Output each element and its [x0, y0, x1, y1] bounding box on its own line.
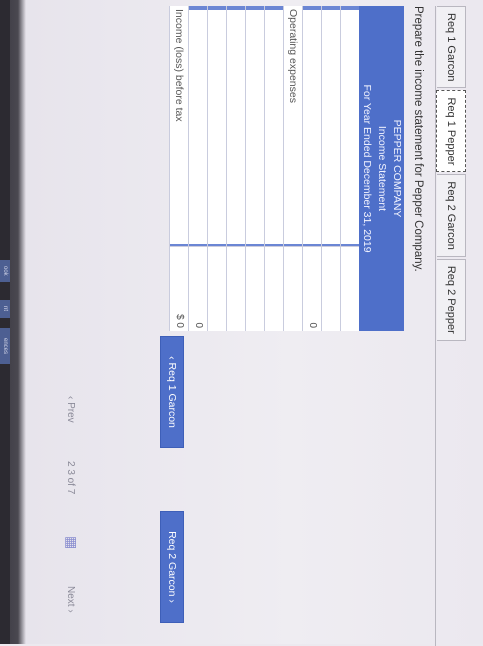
- prev-req-button[interactable]: ‹ Req 1 Garcon: [160, 336, 184, 448]
- next-link[interactable]: Next ›: [65, 586, 76, 613]
- statement-header: PEPPER COMPANY Income Statement For Year…: [359, 6, 404, 331]
- row-label-input[interactable]: [246, 6, 264, 246]
- statement-title: Income Statement: [376, 125, 388, 212]
- row-value-input[interactable]: [265, 246, 283, 331]
- row-value-input[interactable]: [322, 246, 340, 331]
- statement-row: [264, 6, 283, 331]
- chevron-right-icon: ›: [166, 596, 178, 603]
- tab-bar: Req 1 Garcon Req 1 Pepper Req 2 Garcon R…: [436, 6, 466, 343]
- prev-req-label: Req 1 Garcon: [166, 362, 178, 428]
- row-value-input[interactable]: [246, 246, 264, 331]
- row-label-input[interactable]: [341, 6, 359, 246]
- row-label-input[interactable]: Operating expenses: [284, 6, 302, 246]
- income-statement-table: PEPPER COMPANY Income Statement For Year…: [169, 6, 404, 331]
- content-area: Req 1 Garcon Req 1 Pepper Req 2 Garcon R…: [11, 6, 466, 646]
- tab-divider: [435, 6, 436, 646]
- grid-icon[interactable]: ▦: [63, 536, 80, 549]
- row-value-input[interactable]: 0: [189, 246, 207, 331]
- row-label-input[interactable]: [265, 6, 283, 246]
- row-label-input[interactable]: [322, 6, 340, 246]
- next-req-label: Req 2 Garcon: [166, 531, 178, 597]
- statement-row: Operating expenses: [283, 6, 302, 331]
- statement-period: For Year Ended December 31, 2019: [361, 84, 373, 253]
- statement-row: Income (loss) before tax $ 0: [169, 6, 188, 331]
- instruction-text: Prepare the income statement for Pepper …: [412, 6, 424, 272]
- statement-row: 0: [188, 6, 207, 331]
- row-label-input[interactable]: [208, 6, 226, 246]
- row-value-input[interactable]: $ 0: [170, 246, 188, 331]
- row-value-input[interactable]: [227, 246, 245, 331]
- statement-row: [226, 6, 245, 331]
- tab-req2-pepper[interactable]: Req 2 Pepper: [437, 258, 466, 341]
- row-label-input[interactable]: [189, 6, 207, 246]
- row-label-input[interactable]: [303, 6, 321, 246]
- page-indicator: 2 3 of 7: [65, 461, 76, 495]
- statement-row: [340, 6, 359, 331]
- company-name: PEPPER COMPANY: [391, 119, 403, 218]
- statement-row: [321, 6, 340, 331]
- sidebar: [0, 0, 10, 644]
- row-value-input[interactable]: 0: [303, 246, 321, 331]
- next-req-button[interactable]: Req 2 Garcon ›: [160, 511, 184, 623]
- prev-link[interactable]: ‹ Prev: [65, 396, 76, 423]
- prev-label: Prev: [65, 402, 76, 423]
- row-value-input[interactable]: [284, 246, 302, 331]
- row-label-input[interactable]: [227, 6, 245, 246]
- statement-row: 0: [302, 6, 321, 331]
- row-label-input[interactable]: Income (loss) before tax: [170, 6, 188, 246]
- row-value-input[interactable]: [341, 246, 359, 331]
- row-value-input[interactable]: [208, 246, 226, 331]
- sidebar-item-ook[interactable]: ook: [0, 260, 10, 282]
- sidebar-item-ences[interactable]: ences: [0, 328, 10, 364]
- next-label: Next: [65, 586, 76, 607]
- tab-req1-pepper[interactable]: Req 1 Pepper: [436, 90, 466, 173]
- sidebar-item-nt[interactable]: nt: [0, 300, 10, 318]
- tab-req1-garcon[interactable]: Req 1 Garcon: [437, 6, 466, 89]
- tab-req2-garcon[interactable]: Req 2 Garcon: [437, 174, 466, 257]
- statement-row: [207, 6, 226, 331]
- statement-row: [245, 6, 264, 331]
